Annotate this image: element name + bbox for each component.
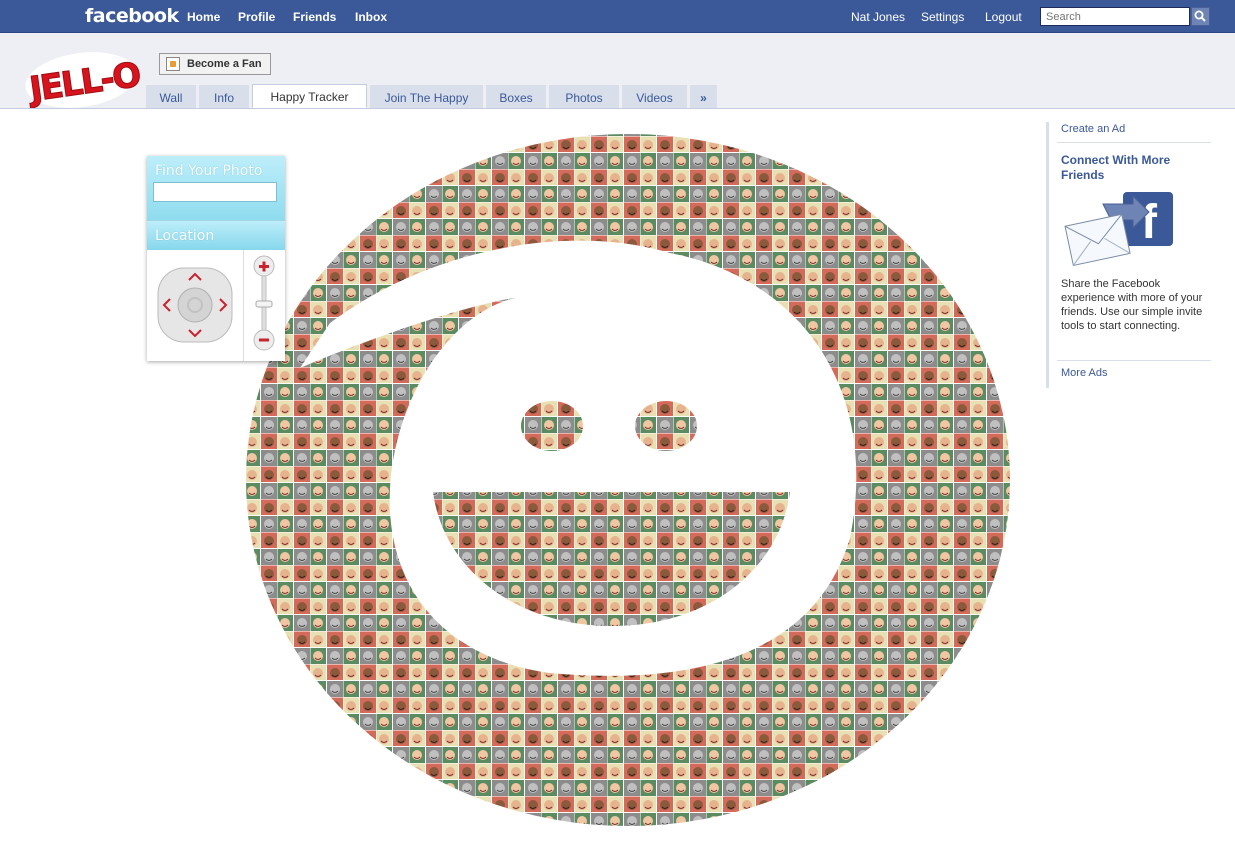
ad-title[interactable]: Connect With More Friends <box>1061 153 1211 183</box>
find-photo-label: Find Your Photo <box>155 163 263 179</box>
ads-column: Create an Ad Connect With More Friends f… <box>1046 122 1211 388</box>
widget-divider <box>243 250 244 361</box>
find-photo-panel: Find Your Photo <box>147 156 285 220</box>
tab-join-the-happy[interactable]: Join The Happy <box>370 85 483 108</box>
nav-settings[interactable]: Settings <box>921 10 964 24</box>
zoom-in-icon[interactable] <box>253 255 275 277</box>
tab-videos[interactable]: Videos <box>622 85 687 108</box>
jello-logo[interactable]: JELL-O <box>24 48 146 108</box>
mosaic-right-eye[interactable] <box>635 401 697 451</box>
happy-tracker-mosaic[interactable] <box>240 128 1016 833</box>
envelope-facebook-icon[interactable]: f <box>1063 190 1175 270</box>
fan-page-icon <box>166 57 180 71</box>
find-photo-input[interactable] <box>153 182 277 202</box>
ads-divider-top <box>1057 142 1211 143</box>
search-button[interactable] <box>1191 7 1210 26</box>
svg-text:f: f <box>1141 196 1158 249</box>
tab-boxes[interactable]: Boxes <box>486 85 546 108</box>
mosaic-left-eye[interactable] <box>521 401 583 451</box>
tab-wall[interactable]: Wall <box>146 85 196 108</box>
search-icon <box>1194 10 1206 22</box>
nav-user-name[interactable]: Nat Jones <box>851 10 905 24</box>
nav-profile[interactable]: Profile <box>238 10 275 24</box>
nav-friends[interactable]: Friends <box>293 10 336 24</box>
nav-inbox[interactable]: Inbox <box>355 10 387 24</box>
tab-info[interactable]: Info <box>199 85 249 108</box>
facebook-top-bar: facebook Home Profile Friends Inbox Nat … <box>0 0 1235 33</box>
become-a-fan-button[interactable]: Become a Fan <box>159 53 271 75</box>
zoom-slider-thumb[interactable] <box>255 300 273 308</box>
search-input[interactable] <box>1040 7 1190 26</box>
fan-button-label: Become a Fan <box>187 58 262 70</box>
photo-finder-widget: Find Your Photo Location <box>147 156 285 361</box>
create-ad-link[interactable]: Create an Ad <box>1061 123 1125 135</box>
tab-happy-tracker[interactable]: Happy Tracker <box>252 84 367 108</box>
ads-divider-bottom <box>1057 360 1211 361</box>
zoom-slider[interactable] <box>251 254 277 354</box>
location-panel[interactable]: Location <box>147 220 285 250</box>
nav-logout[interactable]: Logout <box>985 10 1022 24</box>
jello-logo-text: JELL-O <box>25 55 143 108</box>
tab-more[interactable]: » <box>690 85 717 108</box>
facebook-logo[interactable]: facebook <box>85 5 179 27</box>
more-ads-link[interactable]: More Ads <box>1061 367 1107 379</box>
zoom-out-icon[interactable] <box>253 329 275 351</box>
ad-body: Share the Facebook experience with more … <box>1061 278 1203 332</box>
direction-pad-icon[interactable] <box>154 264 236 346</box>
nav-home[interactable]: Home <box>187 10 220 24</box>
location-label: Location <box>155 228 215 244</box>
tab-photos[interactable]: Photos <box>549 85 619 108</box>
